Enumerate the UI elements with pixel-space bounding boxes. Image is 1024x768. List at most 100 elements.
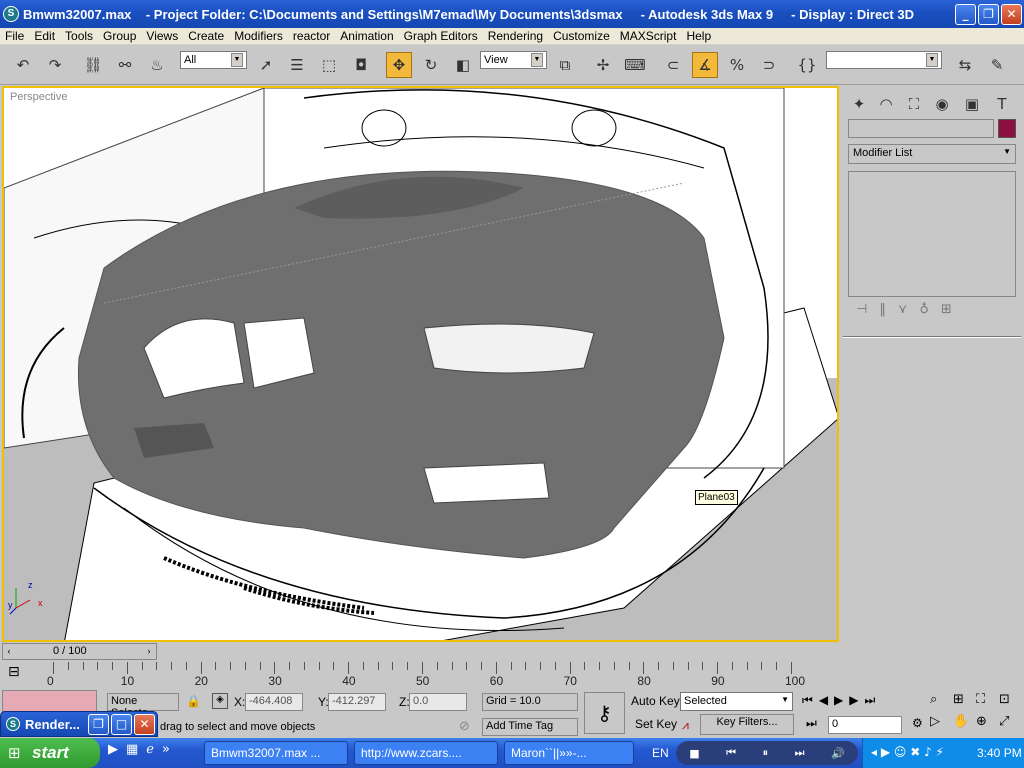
lock-selection-icon[interactable]: 🔒 [186,694,201,708]
previous-frame-icon[interactable]: ◀ [819,693,828,711]
utilities-tab-icon[interactable]: T [989,91,1015,117]
rectangular-selection-icon[interactable]: ⬚ [316,52,342,78]
media-pause-icon[interactable]: ⏸ [763,746,769,760]
menu-group[interactable]: Group [98,29,141,43]
menu-maxscript[interactable]: MAXScript [615,29,682,43]
key-filters-button[interactable]: Key Filters... [700,714,794,735]
media-previous-icon[interactable]: ⏮ [726,746,736,760]
go-to-start-icon[interactable]: ⏮ [802,693,813,711]
keyboard-shortcut-override-icon[interactable]: ⌨ [622,52,648,78]
modifier-stack[interactable] [848,171,1016,297]
close-button[interactable]: ✕ [1001,4,1022,25]
menu-edit[interactable]: Edit [29,29,60,43]
field-of-view-icon[interactable]: ▷ [930,714,953,736]
auto-key-button[interactable]: Auto Key [631,694,680,708]
key-mode-toggle-icon[interactable]: ⏭ [806,716,817,731]
z-coordinate-field[interactable]: 0.0 [409,693,467,711]
motion-tab-icon[interactable]: ◉ [929,91,955,117]
menu-animation[interactable]: Animation [335,29,398,43]
selection-filter-dropdown[interactable]: All ▼ [180,51,247,69]
reference-coordinate-dropdown[interactable]: View ▼ [480,51,547,69]
redo-icon[interactable]: ↷ [42,52,68,78]
object-color-swatch[interactable] [998,119,1016,138]
media-player-icon[interactable]: ▶ [108,742,118,764]
select-by-name-icon[interactable]: ☰ [284,52,310,78]
set-key-icon[interactable]: ⚷ [584,692,625,734]
hierarchy-tab-icon[interactable]: ⛶ [901,91,927,117]
y-coordinate-field[interactable]: -412.297 [328,693,386,711]
menu-create[interactable]: Create [183,29,229,43]
zoom-extents-all-icon[interactable]: ⊡ [999,692,1022,714]
slider-prev-icon[interactable]: ‹ [3,644,15,659]
menu-customize[interactable]: Customize [548,29,615,43]
go-to-end-icon[interactable]: ⏭ [865,693,876,711]
select-object-icon[interactable]: ➚ [253,52,279,78]
volume-icon[interactable]: 🔊 [831,747,845,760]
x-coordinate-field[interactable]: -464.408 [245,693,303,711]
zoom-extents-icon[interactable]: ⛶ [976,692,999,714]
select-and-link-icon[interactable]: ⛓ [80,52,106,78]
taskbar-item-3dsmax[interactable]: Bmwm32007.max ... [204,741,348,765]
key-mode-dropdown[interactable]: Selected ▼ [680,692,793,711]
menu-tools[interactable]: Tools [60,29,98,43]
select-and-scale-icon[interactable]: ◧ [450,52,476,78]
edit-named-selection-icon[interactable]: {} [794,52,820,78]
maxscript-listener[interactable] [2,690,97,712]
select-and-move-icon[interactable]: ✥ [386,52,412,78]
menu-file[interactable]: File [0,29,29,43]
minimize-button[interactable]: _ [955,4,976,25]
viewport-label[interactable]: Perspective [10,91,67,103]
modify-tab-icon[interactable]: ◠ [873,91,899,117]
render-close-button[interactable]: ✕ [134,714,155,735]
named-selection-dropdown[interactable]: ▼ [826,51,942,69]
desktop-icon[interactable]: ▦ [126,742,138,764]
modifier-list-dropdown[interactable]: Modifier List ▼ [848,144,1016,164]
select-and-manipulate-icon[interactable]: ✢ [590,52,616,78]
menu-help[interactable]: Help [681,29,716,43]
unlink-icon[interactable]: ⚯ [112,52,138,78]
pan-icon[interactable]: ✋ [953,714,976,736]
menu-reactor[interactable]: reactor [288,29,335,43]
absolute-mode-icon[interactable]: ◈ [212,693,228,709]
zoom-icon[interactable]: ⌕ [930,692,953,714]
menu-views[interactable]: Views [141,29,183,43]
configure-sets-icon[interactable]: ⊞ [941,302,952,324]
start-button[interactable]: ⊞ start [0,738,100,768]
mirror-icon[interactable]: ⇆ [952,52,978,78]
key-tangent-icon[interactable]: ⩘ [682,718,689,733]
more-icon[interactable]: » [162,742,170,764]
use-pivot-center-icon[interactable]: ⧉ [552,52,578,78]
tray-icons[interactable]: ◂ ▶ ☺ ✖ ♪ ⚡ [871,745,944,759]
taskbar-item-messenger[interactable]: Maron``||»»-... [504,741,634,765]
snaps-toggle-icon[interactable]: ⊂ [660,52,686,78]
timeline-ruler[interactable]: 0 10 20 30 40 50 60 70 80 90 100 [40,660,838,688]
percent-snap-icon[interactable]: % [724,52,750,78]
play-icon[interactable]: ▶ [834,693,843,711]
add-time-tag-button[interactable]: Add Time Tag [482,718,578,736]
arc-rotate-icon[interactable]: ⊕ [976,714,999,736]
angle-snap-icon[interactable]: ∡ [692,52,718,78]
time-configuration-icon[interactable]: ⚙ [912,716,923,730]
undo-icon[interactable]: ↶ [10,52,36,78]
render-maximize-button[interactable]: □ [111,714,132,735]
perspective-viewport[interactable]: Perspective z y x Plane03 [2,86,839,642]
make-unique-icon[interactable]: ⋎ [898,302,908,324]
language-indicator[interactable]: EN [652,746,669,760]
app-icon[interactable]: S [3,6,19,22]
maximize-viewport-icon[interactable]: ⤢ [999,714,1022,736]
media-next-icon[interactable]: ⏭ [795,746,805,760]
title-bar[interactable]: S Bmwm32007.max - Project Folder: C:\Doc… [0,0,1024,28]
trackbar-toggle-icon[interactable]: ⊟ [8,664,20,680]
show-end-result-icon[interactable]: ‖ [879,302,886,324]
pin-stack-icon[interactable]: ⊣ [856,302,867,324]
menu-graph-editors[interactable]: Graph Editors [399,29,483,43]
set-key-button[interactable]: Set Key [635,717,677,731]
spinner-snap-icon[interactable]: ⊃ [756,52,782,78]
display-tab-icon[interactable]: ▣ [959,91,985,117]
render-window[interactable]: S Render... ❐ □ ✕ [0,711,158,737]
current-frame-field[interactable]: 0 [828,716,902,734]
next-frame-icon[interactable]: ▶ [849,693,858,711]
slider-next-icon[interactable]: › [143,644,155,659]
object-name-field[interactable] [848,119,994,138]
bind-to-space-warp-icon[interactable]: ♨ [144,52,170,78]
